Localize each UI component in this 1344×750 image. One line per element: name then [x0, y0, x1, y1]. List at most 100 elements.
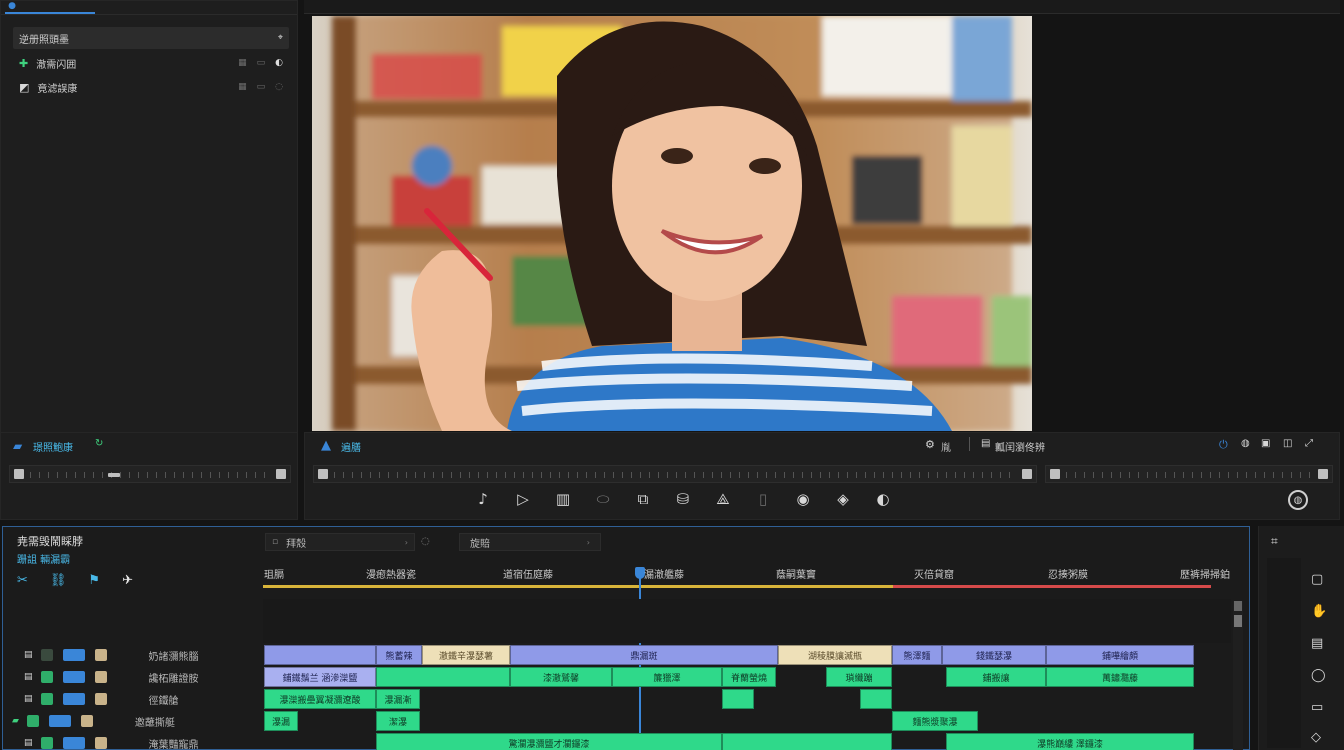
button-editor-icon[interactable]: ◍: [1288, 490, 1308, 510]
timeline-clip[interactable]: 脊蘭螢燒: [722, 667, 776, 687]
zoom-scrubber[interactable]: [1045, 465, 1333, 483]
dropdown-1[interactable]: ▫ 拜殼 ›: [265, 533, 415, 551]
timeline-clip[interactable]: 鋪鐵鬚兰 涵滲灤鹽: [264, 667, 376, 687]
timeline-clip[interactable]: 瀑漏漸: [376, 689, 420, 709]
extract-icon[interactable]: ◉: [794, 490, 812, 508]
camera-export-icon[interactable]: ◈: [834, 490, 852, 508]
timeline-clip[interactable]: 鋪搬讓: [946, 667, 1046, 687]
lock-icon[interactable]: ▣: [1261, 438, 1270, 449]
play-icon[interactable]: ▷: [514, 490, 532, 508]
settings-wrench-icon[interactable]: ✈: [122, 573, 133, 588]
work-area-bar-alt[interactable]: [893, 585, 1211, 588]
target-track-icon[interactable]: [62, 693, 85, 705]
target-track-icon[interactable]: [62, 649, 85, 661]
view-icon[interactable]: ▭: [257, 58, 266, 68]
pin-icon[interactable]: ⌖: [278, 33, 283, 43]
timeline-marker[interactable]: 珇膈: [264, 566, 284, 581]
source-out-handle[interactable]: [276, 469, 286, 479]
lift-icon[interactable]: ▯: [754, 490, 772, 508]
view-icon[interactable]: ▭: [257, 82, 266, 92]
timeline-clip[interactable]: [722, 733, 892, 750]
camera-icon[interactable]: ◍: [1241, 438, 1250, 449]
eye-icon[interactable]: ▤: [24, 738, 33, 748]
refresh-icon[interactable]: ◌: [421, 536, 430, 547]
timeline-clip[interactable]: 鋪嘩繪頗: [1046, 645, 1194, 665]
tool-panel-icon[interactable]: ⌗: [1271, 534, 1278, 549]
loop-icon[interactable]: ⬭: [594, 490, 612, 508]
eye-icon[interactable]: ▤: [24, 650, 33, 660]
fullscreen-icon[interactable]: ⤢: [1305, 438, 1313, 449]
timeline-clip[interactable]: 潔瀑: [376, 711, 420, 731]
project-tab-icon[interactable]: ●: [7, 1, 17, 11]
timeline-clip[interactable]: 澈鐵辛瀑瑟薯: [422, 645, 510, 665]
project-item[interactable]: ◩ 竟滤誤康 ▦ ▭ ◌: [13, 76, 289, 98]
timeline-clip[interactable]: 瀑熊巔縷 澤鑼漆: [946, 733, 1194, 750]
lock-toggle-icon[interactable]: [26, 715, 39, 727]
power-icon[interactable]: ⏻: [1219, 438, 1228, 452]
timeline-clip[interactable]: 驚瀾瀑瀰鹽才瀾鑼漆: [376, 733, 722, 750]
timeline-clip[interactable]: 錢鐵瑟瀑: [942, 645, 1046, 665]
project-item[interactable]: ✚ 澈需闪囲 ▦ ▭ ◐: [13, 52, 289, 74]
track-header[interactable]: ▤ 奶諸瀰熊腦: [8, 644, 268, 666]
toggle-icon[interactable]: ◐: [275, 58, 283, 68]
hand-tool-icon[interactable]: ✋: [1311, 604, 1327, 619]
sync-lock-icon[interactable]: [94, 671, 107, 683]
timeline-clip[interactable]: 熊澤麵: [892, 645, 942, 665]
audio-track-icon[interactable]: ▰: [12, 716, 19, 726]
sync-lock-icon[interactable]: [80, 715, 93, 727]
track-header[interactable]: ▤ 徑鐵艙: [8, 688, 268, 710]
zoom-out-handle[interactable]: [1318, 469, 1328, 479]
timeline-marker[interactable]: 漏澈艦藤: [644, 566, 684, 581]
overwrite-icon[interactable]: ⟁: [714, 490, 732, 508]
timeline-clip[interactable]: [860, 689, 892, 709]
timeline-clip[interactable]: 湖稜膜讓滅瓶: [778, 645, 892, 665]
target-track-icon[interactable]: [48, 715, 71, 727]
slip-tool-icon[interactable]: ◯: [1311, 668, 1326, 683]
track-header[interactable]: ▤ 淹葉豔寵鼎: [8, 732, 268, 750]
lock-toggle-icon[interactable]: [40, 671, 53, 683]
pen-tool-icon[interactable]: ◇: [1311, 730, 1321, 745]
timeline-clip[interactable]: 鼎漏斑: [510, 645, 778, 665]
sync-lock-icon[interactable]: [94, 649, 107, 661]
track-header[interactable]: ▰ 邀蘸撕艇: [8, 710, 268, 732]
text-tool-icon[interactable]: ▭: [1311, 700, 1323, 715]
zoom-in-handle[interactable]: [1050, 469, 1060, 479]
source-in-handle[interactable]: [14, 469, 24, 479]
eye-icon[interactable]: ▤: [24, 672, 33, 682]
compare-icon[interactable]: ◐: [874, 490, 892, 508]
eye-icon[interactable]: ▤: [24, 694, 33, 704]
timeline-clip[interactable]: 瀑灤搬壘翼凝瀰遼酸: [264, 689, 376, 709]
insert-icon[interactable]: ⛁: [674, 490, 692, 508]
marker-icon[interactable]: ⚑: [88, 573, 100, 588]
timeline-clip[interactable]: 麵熊漿聚瀑: [892, 711, 978, 731]
mark-in-icon[interactable]: ♪: [474, 490, 492, 508]
timeline-clip[interactable]: 瑣纖蹦: [826, 667, 892, 687]
selection-tool-icon[interactable]: ▢: [1311, 572, 1323, 587]
safe-margins-icon[interactable]: ⧉: [634, 490, 652, 508]
lock-toggle-icon[interactable]: [40, 693, 53, 705]
target-track-icon[interactable]: [62, 737, 85, 749]
timeline-marker[interactable]: 忍揍粥膜: [1048, 566, 1088, 581]
target-track-icon[interactable]: [62, 671, 85, 683]
step-forward-icon[interactable]: ▥: [554, 490, 572, 508]
program-out-handle[interactable]: [1022, 469, 1032, 479]
settings-icon[interactable]: ⚙: [925, 438, 935, 451]
razor-tool-icon[interactable]: ▤: [1311, 636, 1323, 651]
timeline-marker[interactable]: 漫瘛熱器瓷: [366, 566, 416, 581]
timeline-marker[interactable]: 灭倍貸窟: [914, 566, 954, 581]
work-area-bar[interactable]: [263, 585, 893, 588]
link-icon[interactable]: ↻: [95, 438, 103, 449]
timeline-clip[interactable]: 漆澈鷲馨: [510, 667, 612, 687]
lock-toggle-icon[interactable]: [40, 649, 53, 661]
source-playhead[interactable]: [108, 473, 120, 477]
timeline-marker[interactable]: 歷裤掃掃鉑: [1180, 566, 1230, 581]
timeline-marker[interactable]: 蔭嗣葉竇: [776, 566, 816, 581]
timeline-marker[interactable]: 道宿伍庭藤: [503, 566, 553, 581]
timeline-clip[interactable]: 簾獵澤: [612, 667, 722, 687]
snap-icon[interactable]: ✂: [17, 573, 28, 588]
program-in-handle[interactable]: [318, 469, 328, 479]
export-frame-icon[interactable]: ◫: [1283, 438, 1292, 449]
timeline-clip[interactable]: [722, 689, 754, 709]
track-header[interactable]: ▤ 讒柘雕證胺: [8, 666, 268, 688]
toggle-icon[interactable]: ◌: [275, 82, 283, 92]
